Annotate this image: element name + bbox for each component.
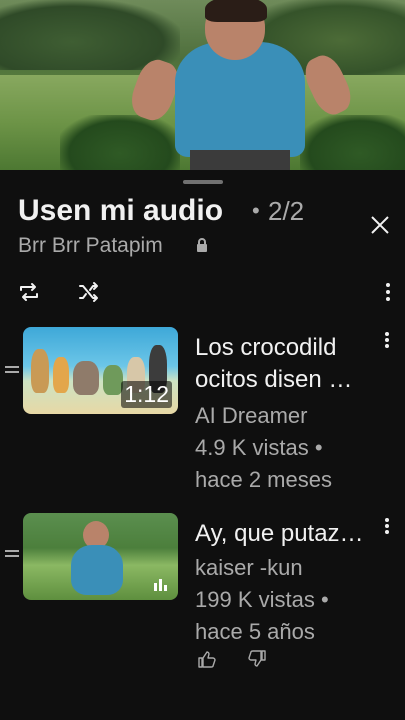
thumb-down-icon[interactable] [248, 650, 266, 668]
video-channel[interactable]: kaiser -kun [195, 552, 380, 584]
drag-handle-icon[interactable] [5, 550, 19, 560]
video-channel[interactable]: AI Dreamer [195, 400, 380, 432]
thumbnail-figure [53, 357, 69, 393]
thumbnail-figure [71, 545, 123, 595]
video-title-line: ocitos disen … [195, 366, 353, 393]
thumbnail-figure [31, 349, 49, 393]
lock-icon [196, 238, 208, 252]
thumbnail-figure [103, 365, 123, 395]
person-belt [190, 150, 290, 170]
video-title[interactable]: Ay, que putaz… [195, 518, 375, 550]
shuffle-icon[interactable] [77, 280, 101, 304]
drag-handle-icon[interactable] [5, 366, 19, 376]
person-hair [205, 0, 267, 22]
more-vert-icon[interactable] [378, 280, 398, 304]
playlist-title: Usen mi audio [18, 194, 224, 227]
video-player[interactable] [0, 0, 405, 170]
video-thumbnail[interactable]: 1:12 [23, 327, 178, 414]
person-figure [125, 0, 357, 170]
video-thumbnail[interactable] [23, 513, 178, 600]
title-separator: • [252, 198, 260, 223]
thumbnail-figure [73, 361, 99, 395]
playlist-position: 2/2 [268, 196, 305, 226]
video-age: hace 2 meses [195, 467, 332, 492]
video-title[interactable]: Los crocodild ocitos disen … [195, 332, 375, 396]
video-meta: kaiser -kun 199 K vistas • hace 5 años [195, 552, 380, 648]
video-views: 4.9 K vistas • [195, 435, 323, 460]
more-vert-icon[interactable] [380, 516, 394, 536]
video-duration: 1:12 [121, 381, 172, 408]
video-age: hace 5 años [195, 619, 315, 644]
repeat-icon[interactable] [17, 280, 41, 304]
playlist-channel[interactable]: Brr Brr Patapim [18, 234, 163, 258]
thumb-up-icon[interactable] [198, 650, 216, 668]
video-title-line: Los crocodild [195, 334, 337, 361]
sheet-drag-handle[interactable] [183, 180, 223, 184]
video-meta: AI Dreamer 4.9 K vistas • hace 2 meses [195, 400, 380, 496]
now-playing-icon [154, 578, 168, 591]
video-views: 199 K vistas • [195, 587, 329, 612]
close-icon[interactable] [367, 212, 393, 238]
playlist-panel: Usen mi audio • 2/2 Brr Brr Patapim 1:12… [0, 170, 405, 720]
more-vert-icon[interactable] [380, 330, 394, 350]
